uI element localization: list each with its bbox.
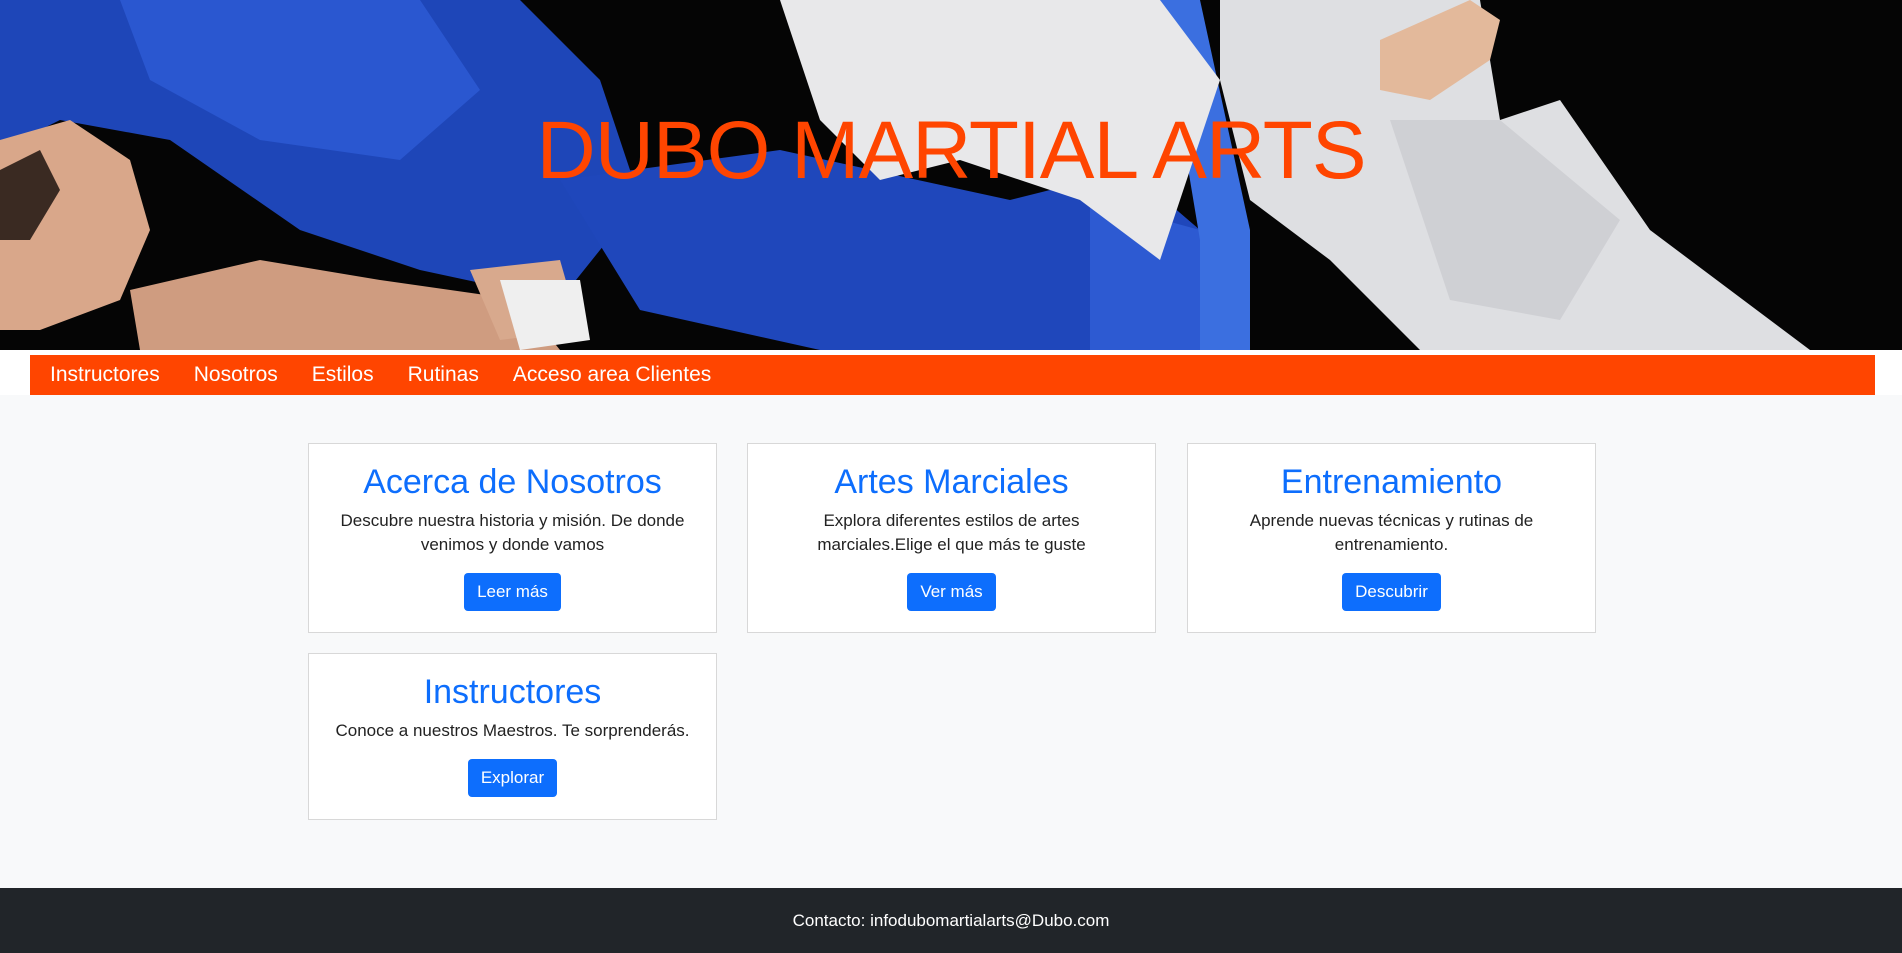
nav-item-acceso-clientes[interactable]: Acceso area Clientes — [513, 363, 711, 387]
ver-mas-button[interactable]: Ver más — [907, 573, 996, 612]
card-acerca-nosotros: Acerca de Nosotros Descubre nuestra hist… — [308, 443, 717, 633]
nav-item-estilos[interactable]: Estilos — [312, 363, 374, 387]
descubrir-button[interactable]: Descubrir — [1342, 573, 1441, 612]
card-entrenamiento: Entrenamiento Aprende nuevas técnicas y … — [1187, 443, 1596, 633]
nav-item-rutinas[interactable]: Rutinas — [408, 363, 479, 387]
nav-item-nosotros[interactable]: Nosotros — [194, 363, 278, 387]
hero-banner: DUBO MARTIAL ARTS — [0, 0, 1902, 350]
footer-contact: Contacto: infodubomartialarts@Dubo.com — [792, 911, 1110, 930]
card-text: Descubre nuestra historia y misión. De d… — [340, 511, 685, 555]
main-nav: Instructores Nosotros Estilos Rutinas Ac… — [30, 355, 1875, 395]
card-text: Explora diferentes estilos de artes marc… — [817, 511, 1086, 555]
nav-item-instructores[interactable]: Instructores — [50, 363, 160, 387]
site-title: DUBO MARTIAL ARTS — [536, 105, 1366, 196]
card-artes-marciales: Artes Marciales Explora diferentes estil… — [747, 443, 1156, 633]
card-title: Entrenamiento — [1280, 463, 1503, 501]
card-text: Aprende nuevas técnicas y rutinas de ent… — [1249, 511, 1534, 555]
leer-mas-button[interactable]: Leer más — [464, 573, 561, 612]
card-title: Instructores — [423, 673, 602, 711]
card-text: Conoce a nuestros Maestros. Te sorprende… — [335, 721, 690, 741]
card-title: Artes Marciales — [834, 463, 1069, 501]
footer: Contacto: infodubomartialarts@Dubo.com — [0, 888, 1902, 953]
explorar-button[interactable]: Explorar — [467, 759, 558, 798]
nav-wrapper: Instructores Nosotros Estilos Rutinas Ac… — [0, 350, 1902, 395]
card-title: Acerca de Nosotros — [363, 463, 662, 501]
card-instructores: Instructores Conoce a nuestros Maestros.… — [308, 653, 717, 820]
